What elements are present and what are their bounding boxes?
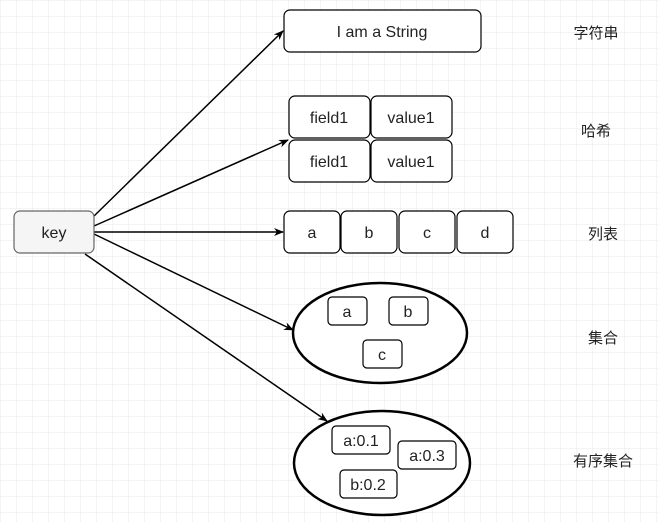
diagram-canvas: key I am a String field1 value1 field1 v…	[0, 0, 658, 522]
zset-item: a:0.3	[409, 448, 445, 465]
list-type-label: 列表	[588, 225, 618, 243]
zset-type-label: 有序集合	[573, 452, 633, 470]
list-item: b	[365, 225, 374, 242]
set-item: b	[404, 304, 413, 321]
zset-item: b:0.2	[350, 477, 386, 494]
set-type-label: 集合	[588, 329, 618, 347]
hash-value: value1	[387, 110, 434, 127]
key-node[interactable]: key	[13, 210, 95, 254]
hash-type-label: 哈希	[581, 122, 611, 140]
list-item: c	[423, 225, 431, 242]
hash-field: field1	[310, 110, 348, 127]
zset-item: a:0.1	[343, 433, 379, 450]
key-label: key	[42, 225, 67, 242]
string-type-label: 字符串	[573, 24, 618, 42]
set-item: c	[378, 347, 386, 364]
list-item: a	[308, 225, 317, 242]
set-item: a	[343, 304, 352, 321]
list-item: d	[481, 225, 490, 242]
string-value: I am a String	[337, 24, 428, 41]
hash-field: field1	[310, 154, 348, 171]
hash-value: value1	[387, 154, 434, 171]
